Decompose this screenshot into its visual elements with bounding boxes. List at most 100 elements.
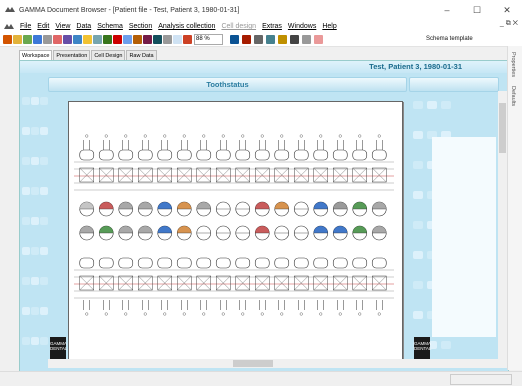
tooth-marker [299,312,303,316]
tooth-marker [202,312,206,316]
toolbar-tool-icon[interactable] [290,35,299,44]
tooth-occlusal [293,225,309,241]
menu-file[interactable]: File [20,23,31,30]
toolbar-tool-icon[interactable] [123,35,132,44]
toolbar-tool-icon[interactable] [183,35,192,44]
toolbar-tool-icon[interactable] [63,35,72,44]
toolbar-tool-icon[interactable] [33,35,42,44]
toolbar-tool-icon[interactable] [242,35,251,44]
tooth-crown [98,257,114,269]
tooth-crown [293,149,309,161]
toolbar-tool-icon[interactable] [23,35,32,44]
tooth-occlusal [215,225,231,241]
tooth-crown [352,149,368,161]
toolbar-tool-icon[interactable] [93,35,102,44]
decor-tile [22,157,30,165]
close-button[interactable]: ✕ [492,0,522,20]
toolbar-tool-icon[interactable] [314,35,323,44]
toolbar-tool-icon[interactable] [3,35,12,44]
tooth-marker [221,312,225,316]
vertical-scroll-thumb[interactable] [499,103,506,153]
tooth-marker [143,134,147,138]
toolbar-tool-icon[interactable] [53,35,62,44]
decor-tile [40,247,48,255]
tooth-crown [371,149,387,161]
toolbar-tool-icon[interactable] [163,35,172,44]
horizontal-scroll-thumb[interactable] [233,360,273,367]
tooth-crown [157,257,173,269]
decor-tile [31,307,39,315]
toolbar-tool-icon[interactable] [83,35,92,44]
toolbar-tool-icon[interactable] [133,35,142,44]
tooth-occlusal [176,225,192,241]
toolbar-tool-icon[interactable] [43,35,52,44]
menu-data[interactable]: Data [76,23,91,30]
tooth-crown [118,149,134,161]
tooth-crown [332,149,348,161]
toolbar-tool-icon[interactable] [143,35,152,44]
menu-windows[interactable]: Windows [288,23,316,30]
tooth-marker [280,134,284,138]
tooth-marker [182,312,186,316]
menu-extras[interactable]: Extras [262,23,282,30]
decor-tile [22,307,30,315]
tooth-marker [377,312,381,316]
tooth-marker [358,312,362,316]
tooth-crown [293,257,309,269]
properties-side-tab[interactable]: Properties [510,52,516,77]
toolbar-tool-icon[interactable] [254,35,263,44]
menu-schema[interactable]: Schema [97,23,123,30]
tooth-marker [182,134,186,138]
tooth-occlusal-fill [177,202,192,209]
tooth-occlusal-fill [157,202,172,209]
menu-section[interactable]: Section [129,23,152,30]
tooth-crown [215,257,231,269]
tooth-chart[interactable] [69,102,402,362]
tooth-crown [371,257,387,269]
mdi-controls[interactable]: _ ⧉ ✕ [500,20,518,28]
tooth-crown [313,149,329,161]
tooth-crown [196,149,212,161]
tooth-occlusal [137,201,153,217]
toolbar-tool-icon[interactable] [173,35,182,44]
tooth-occlusal [157,225,173,241]
toolbar-tool-icon[interactable] [113,35,122,44]
toolbar-tool-icon[interactable] [153,35,162,44]
decor-tile [31,97,39,105]
toolbar-tool-icon[interactable] [302,35,311,44]
decor-tile [31,127,39,135]
toolbar-tool-icon[interactable] [278,35,287,44]
toolbar-tool-icon[interactable] [230,35,239,44]
menu-help[interactable]: Help [322,23,336,30]
patient-header: Test, Patient 3, 1980-01-31 [20,61,508,73]
tooth-occlusal-fill [99,202,114,209]
menu-view[interactable]: View [55,23,70,30]
tooth-crown [176,257,192,269]
window-title: GAMMA Document Browser - [Patient file -… [19,6,240,14]
toolbar-tool-icon[interactable] [266,35,275,44]
tooth-marker [163,134,167,138]
decor-tile [40,277,48,285]
tooth-marker [319,312,323,316]
menu-edit[interactable]: Edit [37,23,49,30]
tooth-occlusal-fill [313,202,328,209]
minimize-button[interactable]: – [432,0,462,20]
document-menu-icon[interactable] [4,22,14,31]
horizontal-scrollbar[interactable] [48,359,508,368]
tooth-chart-page[interactable] [68,101,403,363]
maximize-button[interactable]: ☐ [462,0,492,20]
decor-tile [40,97,48,105]
toolbar-tool-icon[interactable] [73,35,82,44]
defaults-side-tab[interactable]: Defaults [510,86,516,106]
tooth-occlusal [196,225,212,241]
tooth-occlusal-fill [372,226,387,233]
tooth-occlusal [215,201,231,217]
menu-analysis-collection[interactable]: Analysis collection [158,23,215,30]
menu-cell-design[interactable]: Cell design [221,23,256,30]
toolbar-tool-icon[interactable] [103,35,112,44]
schema-template-button[interactable]: Schema template [426,34,473,45]
toolbar-tool-icon[interactable] [13,35,22,44]
zoom-select[interactable]: 88 % [194,34,223,45]
tooth-occlusal [118,201,134,217]
vertical-scrollbar[interactable] [498,91,507,359]
